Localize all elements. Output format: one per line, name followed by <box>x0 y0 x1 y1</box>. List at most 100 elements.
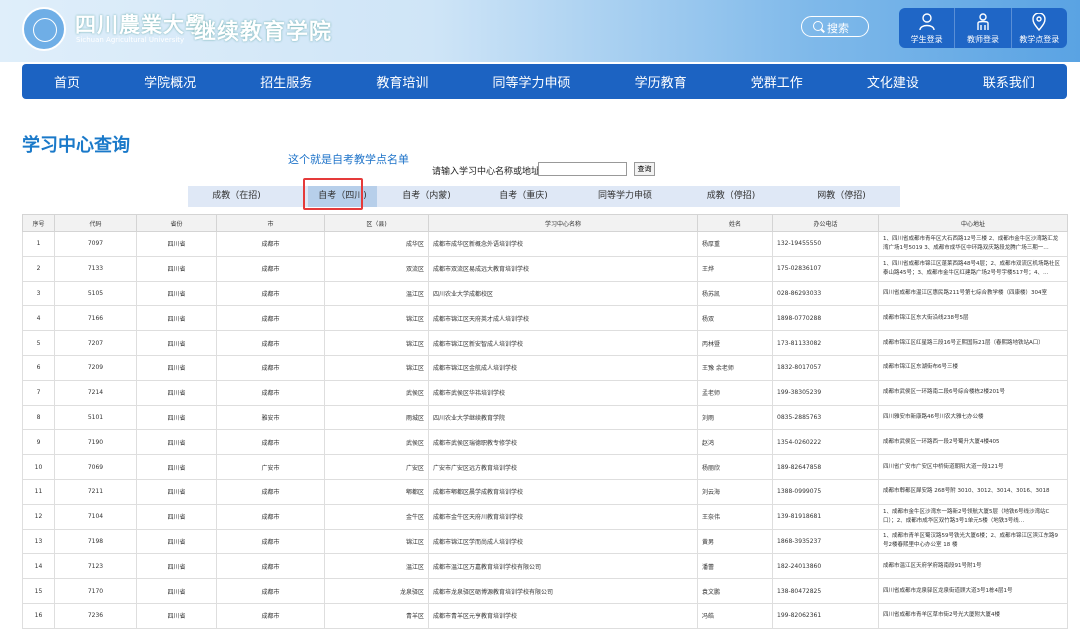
province: 四川省 <box>136 354 217 381</box>
center-address: 成都市武侯区一环路西一段2号蜀升大厦4楼405 <box>878 429 1068 456</box>
tab-online-ed-closed[interactable]: 网教（停招) <box>783 186 900 207</box>
nav-about[interactable]: 学院概况 <box>144 72 196 91</box>
location-pin-icon <box>1032 13 1047 31</box>
table-row: 2 7133 四川省 成都市 双流区 成都市双流区易成远大教育培训学校 王烨 175-0283… <box>22 255 1068 282</box>
nav-home[interactable]: 首页 <box>54 72 80 91</box>
center-address: 成都市锦江区东湖街布6号三楼 <box>878 354 1068 381</box>
row-index: 3 <box>22 280 55 307</box>
contact-name: 丙林暨 <box>697 330 773 356</box>
column-header: 学习中心名称 <box>428 214 698 232</box>
university-seal-logo[interactable] <box>22 7 66 51</box>
row-index: 11 <box>22 478 55 505</box>
tab-self-exam-inner-mongolia[interactable]: 自考（内蒙) <box>377 186 476 207</box>
district: 龙泉驿区 <box>324 578 429 604</box>
nav-equivalent-degree[interactable]: 同等学力申硕 <box>492 72 570 91</box>
center-name: 四川农业大学成都校区 <box>428 280 698 307</box>
office-phone: 1868-3935237 <box>772 528 879 555</box>
city: 成都市 <box>216 553 325 580</box>
row-index: 16 <box>22 602 55 629</box>
contact-name: 冯皓 <box>697 602 773 629</box>
table-row: 12 7104 四川省 成都市 金牛区 成都市金牛区天府川教育培训学校 王奈伟 139-819… <box>22 503 1068 530</box>
district: 锦江区 <box>324 305 429 332</box>
query-input[interactable] <box>538 162 627 176</box>
office-phone: 199-82062361 <box>772 602 879 629</box>
search-placeholder: 搜索 <box>827 22 849 35</box>
table-row: 4 7166 四川省 成都市 锦江区 成都市锦江区天府英才成人培训学校 杨双 1898-077… <box>22 305 1068 332</box>
contact-name: 王豫 余老师 <box>697 354 773 381</box>
row-index: 7 <box>22 379 55 406</box>
nav-training[interactable]: 教育培训 <box>376 72 428 91</box>
teacher-login-button[interactable]: 教师登录 <box>954 8 1010 48</box>
teaching-site-login-button[interactable]: 教学点登录 <box>1010 8 1067 48</box>
city: 成都市 <box>216 330 325 356</box>
city: 成都市 <box>216 280 325 307</box>
center-code: 7198 <box>54 528 137 555</box>
table-header-row: 序号 代码 省份 市 区（县) 学习中心名称 姓名 办公电话 中心地址 <box>22 214 1068 232</box>
student-icon <box>918 13 935 31</box>
contact-name: 袁文鹏 <box>697 578 773 604</box>
city: 成都市 <box>216 429 325 456</box>
row-index: 6 <box>22 354 55 381</box>
office-phone: 132-19455550 <box>772 231 879 257</box>
row-index: 4 <box>22 305 55 332</box>
table-row: 10 7069 四川省 广安市 广安区 广安市广安区远方教育培训学校 杨丽欣 189-8264… <box>22 454 1068 480</box>
district: 成华区 <box>324 231 429 257</box>
center-name: 成都市金牛区天府川教育培训学校 <box>428 503 698 530</box>
center-code: 7170 <box>54 578 137 604</box>
center-code: 5105 <box>54 280 137 307</box>
column-header: 姓名 <box>697 214 773 232</box>
column-header: 中心地址 <box>878 214 1068 232</box>
office-phone: 175-02836107 <box>772 255 879 282</box>
nav-contact[interactable]: 联系我们 <box>983 72 1035 91</box>
teacher-login-label: 教师登录 <box>966 35 999 44</box>
contact-name: 刘云海 <box>697 478 773 505</box>
nav-degree-education[interactable]: 学历教育 <box>635 72 687 91</box>
search-box[interactable]: 搜索 <box>801 16 869 37</box>
center-name: 成都市郫都区晨学成教育培训学校 <box>428 478 698 505</box>
province: 四川省 <box>136 305 217 332</box>
table-row: 16 7236 四川省 成都市 青羊区 成都市青羊区元亨教育培训学校 冯皓 199-82062… <box>22 602 1068 629</box>
district: 郫都区 <box>324 478 429 505</box>
contact-name: 王烨 <box>697 255 773 282</box>
center-address: 成都市郫都区犀安路 268号附 3010、3012、3014、3016、3018 <box>878 478 1068 505</box>
student-login-button[interactable]: 学生登录 <box>899 8 954 48</box>
table-row: 9 7190 四川省 成都市 武侯区 成都市武侯区瑞德职教专修学校 赵鸿 1354-02602… <box>22 429 1068 456</box>
province: 四川省 <box>136 379 217 406</box>
center-name: 成都市龙泉驿区砺博源教育培训学校有限公司 <box>428 578 698 604</box>
table-row: 5 7207 四川省 成都市 锦江区 成都市锦江区新安智成人培训学校 丙林暨 173-8113… <box>22 330 1068 356</box>
province: 四川省 <box>136 503 217 530</box>
query-button[interactable]: 查询 <box>634 162 655 176</box>
center-name: 成都市武侯区瑞德职教专修学校 <box>428 429 698 456</box>
center-code: 5101 <box>54 404 137 431</box>
city: 成都市 <box>216 231 325 257</box>
center-code: 7190 <box>54 429 137 456</box>
login-panel: 学生登录 教师登录 教学点登录 <box>899 8 1067 48</box>
contact-name: 杨厚重 <box>697 231 773 257</box>
center-address: 四川省成都市温江区惠民路211号第七综合教学楼（四康楼）304室 <box>878 280 1068 307</box>
nav-culture[interactable]: 文化建设 <box>867 72 919 91</box>
contact-name: 孟老师 <box>697 379 773 406</box>
column-header: 省份 <box>136 214 217 232</box>
center-code: 7207 <box>54 330 137 356</box>
center-code: 7123 <box>54 553 137 580</box>
nav-party-work[interactable]: 党群工作 <box>751 72 803 91</box>
district: 温江区 <box>324 280 429 307</box>
center-address: 成都市温江区天府学府路南段91号附1号 <box>878 553 1068 580</box>
tab-equivalent-degree[interactable]: 同等学力申硕 <box>571 186 679 207</box>
table-row: 15 7170 四川省 成都市 龙泉驿区 成都市龙泉驿区砺博源教育培训学校有限公司 袁文鹏 1… <box>22 578 1068 604</box>
province: 四川省 <box>136 255 217 282</box>
center-code: 7211 <box>54 478 137 505</box>
tab-adult-ed-closed[interactable]: 成教（停招) <box>679 186 783 207</box>
district: 温江区 <box>324 553 429 580</box>
tab-self-exam-chongqing[interactable]: 自考（重庆) <box>476 186 571 207</box>
nav-admissions[interactable]: 招生服务 <box>260 72 312 91</box>
learning-center-table: 序号 代码 省份 市 区（县) 学习中心名称 姓名 办公电话 中心地址 1 709… <box>22 214 1068 629</box>
tab-adult-ed-open[interactable]: 成教（在招) <box>188 186 285 207</box>
center-address: 1、四川省成都市锦江区蓬莱西路48号4层；2、成都市双流区机场路社区泰山路45号… <box>878 255 1068 282</box>
district: 武侯区 <box>324 379 429 406</box>
column-header: 序号 <box>22 214 55 232</box>
row-index: 13 <box>22 528 55 555</box>
center-name: 成都市双流区易成远大教育培训学校 <box>428 255 698 282</box>
center-name: 四川农业大学继续教育学院 <box>428 404 698 431</box>
city: 成都市 <box>216 305 325 332</box>
